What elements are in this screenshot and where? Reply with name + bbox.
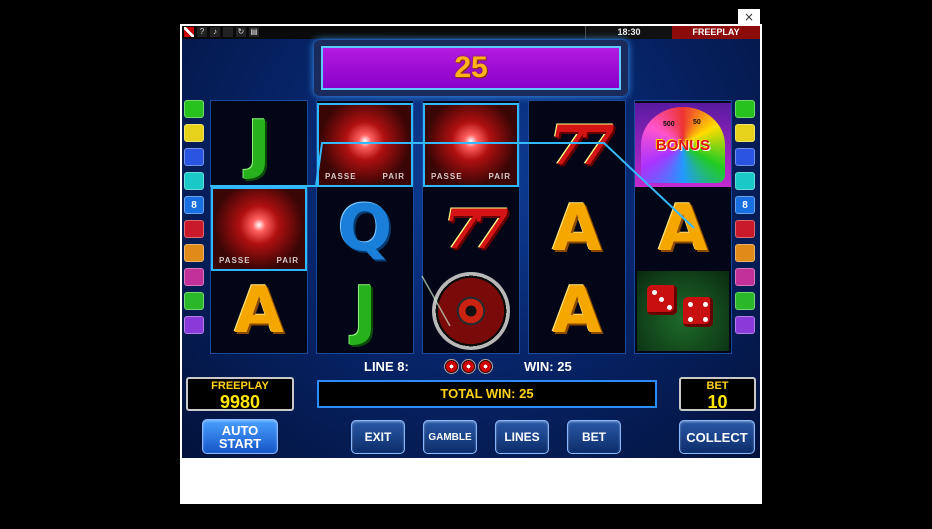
symbol-q: Q (337, 192, 393, 266)
close-icon: × (743, 10, 755, 24)
symbol-j: J (247, 108, 271, 182)
collect-button[interactable]: COLLECT (679, 420, 755, 454)
mode-badge: FREEPLAY (672, 26, 760, 39)
line-marker (184, 292, 204, 310)
symbol-j: J (353, 274, 377, 348)
slot-game: ? ♪ ↻ ▤ 18:30 FREEPLAY 25 8 8 J PASSE PAI… (182, 26, 760, 458)
reel-4: 77 A A (528, 100, 626, 354)
symbol-bonus: 500 50 BONUS (635, 103, 731, 187)
symbol-roulette-wheel (423, 269, 519, 353)
line-marker (735, 148, 755, 166)
line-marker (735, 100, 755, 118)
line-marker (735, 124, 755, 142)
help-icon[interactable]: ? (197, 27, 207, 37)
symbol-a: A (234, 274, 284, 348)
total-win: TOTAL WIN: 25 (317, 380, 657, 408)
gamble-button[interactable]: GAMBLE (423, 420, 477, 454)
reel-3: PASSE PAIR 77 (422, 100, 520, 354)
reel-5: 500 50 BONUS A (634, 100, 732, 354)
roulette-mini-icon (478, 359, 493, 374)
symbol-a: A (552, 274, 602, 348)
line-marker (184, 220, 204, 238)
line-marker (735, 220, 755, 238)
clock: 18:30 (585, 26, 672, 39)
bet-button[interactable]: BET (567, 420, 621, 454)
history-icon[interactable]: ▤ (249, 27, 259, 37)
line-label: LINE 8: (364, 359, 409, 374)
symbol-roulette: PASSE PAIR (423, 103, 519, 187)
line-marker (184, 268, 204, 286)
line-marker (735, 244, 755, 262)
line-marker (735, 316, 755, 334)
symbol-dice (635, 269, 731, 353)
line-marker (735, 172, 755, 190)
dice-icon (637, 271, 729, 351)
symbol-seven: 77 (549, 113, 614, 177)
line-marker (184, 172, 204, 190)
reel-1: J PASSE PAIR A (210, 100, 308, 354)
reload-icon[interactable]: ↻ (236, 27, 246, 37)
win-display: 25 (314, 40, 628, 96)
close-button[interactable]: × (738, 9, 760, 25)
line-marker: 8 (184, 196, 204, 214)
reel-2: PASSE PAIR Q J (316, 100, 414, 354)
line-marker (184, 148, 204, 166)
bonus-wheel-icon: 500 50 BONUS (641, 107, 725, 183)
symbol-a: A (552, 192, 602, 266)
freeplay-balance-panel: FREEPLAY 9980 (186, 377, 294, 411)
symbol-a: A (658, 192, 708, 266)
roulette-mini-icon (444, 359, 459, 374)
line-marker (735, 268, 755, 286)
bet-value: 10 (707, 392, 728, 412)
winning-symbols (444, 359, 493, 374)
left-line-markers: 8 (184, 100, 204, 340)
line-marker (184, 316, 204, 334)
roulette-mini-icon (461, 359, 476, 374)
fullscreen-icon[interactable] (223, 27, 233, 37)
roulette-wheel-icon (432, 272, 510, 350)
top-bar: ? ♪ ↻ ▤ 18:30 FREEPLAY (182, 26, 760, 39)
sound-icon[interactable]: ♪ (210, 27, 220, 37)
reels: J PASSE PAIR A PASSE PAIR Q J PASSE PAIR 77… (210, 100, 732, 354)
info-row: LINE 8: WIN: 25 (182, 358, 760, 376)
win-amount: 25 (454, 51, 488, 84)
exit-button[interactable]: EXIT (351, 420, 405, 454)
bet-panel: BET 10 (679, 377, 756, 411)
line-win-label: WIN: 25 (524, 359, 572, 374)
lines-button[interactable]: LINES (495, 420, 549, 454)
line-marker (735, 292, 755, 310)
symbol-seven: 77 (443, 197, 508, 261)
balance-value: 9980 (219, 392, 261, 412)
auto-start-button[interactable]: AUTO START (202, 419, 278, 454)
line-marker (184, 124, 204, 142)
line-marker (184, 100, 204, 118)
line-marker: 8 (735, 196, 755, 214)
right-line-markers: 8 (735, 100, 755, 340)
symbol-roulette: PASSE PAIR (317, 103, 413, 187)
flag-icon[interactable] (184, 27, 194, 37)
symbol-roulette: PASSE PAIR (211, 187, 307, 271)
line-marker (184, 244, 204, 262)
